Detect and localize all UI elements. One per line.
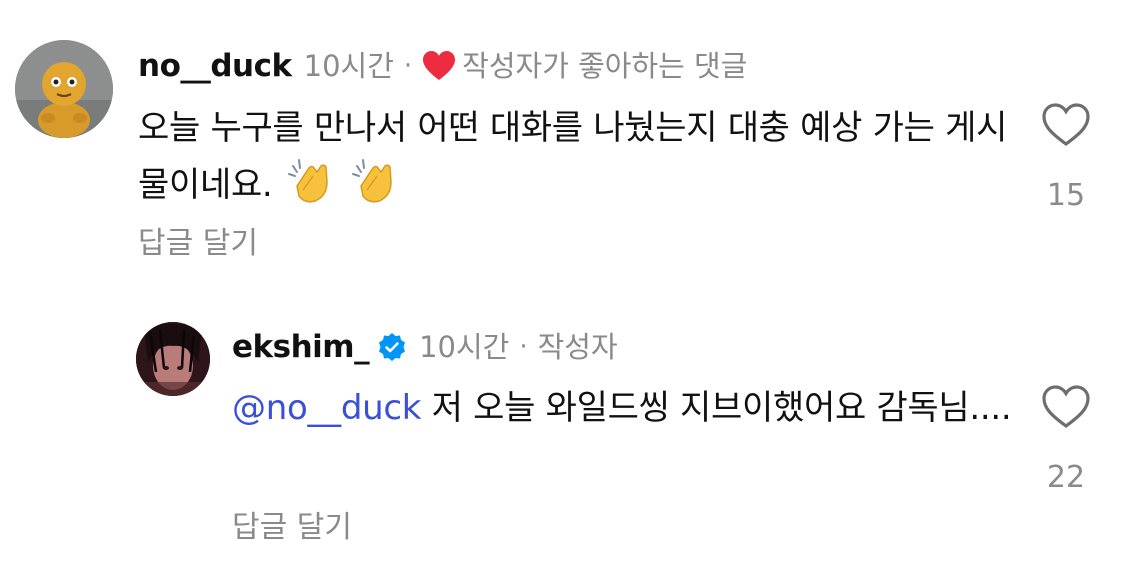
clapping-hands-icon bbox=[351, 156, 401, 206]
verified-badge-icon bbox=[377, 332, 407, 362]
avatar[interactable] bbox=[136, 322, 210, 396]
like-count: 22 bbox=[1046, 460, 1086, 495]
separator-dot: · bbox=[403, 51, 413, 81]
comment-meta: no__duck 10시간 · 작성자가 좋아하는 댓글 bbox=[138, 46, 747, 86]
like-button[interactable] bbox=[1041, 102, 1091, 148]
comment-reply: ekshim_ 10시간 · 작성자 @no__duck 저 오늘 와일드씽 지… bbox=[0, 300, 1130, 564]
reply-button[interactable]: 답글 달기 bbox=[138, 218, 258, 262]
profile-photo-avatar-icon bbox=[136, 322, 210, 396]
username[interactable]: ekshim_ bbox=[232, 327, 370, 367]
heart-filled-icon bbox=[422, 50, 456, 82]
comment-meta: ekshim_ 10시간 · 작성자 bbox=[232, 327, 618, 367]
author-label: 작성자 bbox=[537, 330, 618, 364]
like-button[interactable] bbox=[1041, 384, 1091, 430]
cartoon-figure-avatar-icon bbox=[15, 40, 113, 138]
comment-text: 오늘 누구를 만나서 어떤 대화를 나눴는지 대충 예상 가는 게시물이네요. bbox=[138, 100, 1018, 213]
clapping-hands-icon bbox=[287, 156, 337, 206]
avatar[interactable] bbox=[15, 40, 113, 138]
heart-outline-icon bbox=[1042, 103, 1090, 146]
username[interactable]: no__duck bbox=[138, 46, 292, 86]
comment-body: 오늘 누구를 만나서 어떤 대화를 나눴는지 대충 예상 가는 게시물이네요. bbox=[138, 108, 1008, 205]
reply-button[interactable]: 답글 달기 bbox=[232, 502, 352, 546]
like-count: 15 bbox=[1046, 178, 1086, 213]
separator-dot: · bbox=[519, 332, 528, 362]
liked-by-author-label: 작성자가 좋아하는 댓글 bbox=[462, 49, 748, 83]
mention-link[interactable]: @no__duck bbox=[232, 388, 421, 428]
comment: no__duck 10시간 · 작성자가 좋아하는 댓글 오늘 누구를 만나서 … bbox=[0, 0, 1130, 280]
comment-body: 저 오늘 와일드씽 지브이했어요 감독님.... bbox=[421, 388, 1012, 428]
timestamp: 10시간 bbox=[419, 330, 510, 364]
timestamp: 10시간 bbox=[303, 49, 394, 83]
comment-text: @no__duck 저 오늘 와일드씽 지브이했어요 감독님.... bbox=[232, 380, 1032, 436]
heart-outline-icon bbox=[1042, 385, 1090, 428]
